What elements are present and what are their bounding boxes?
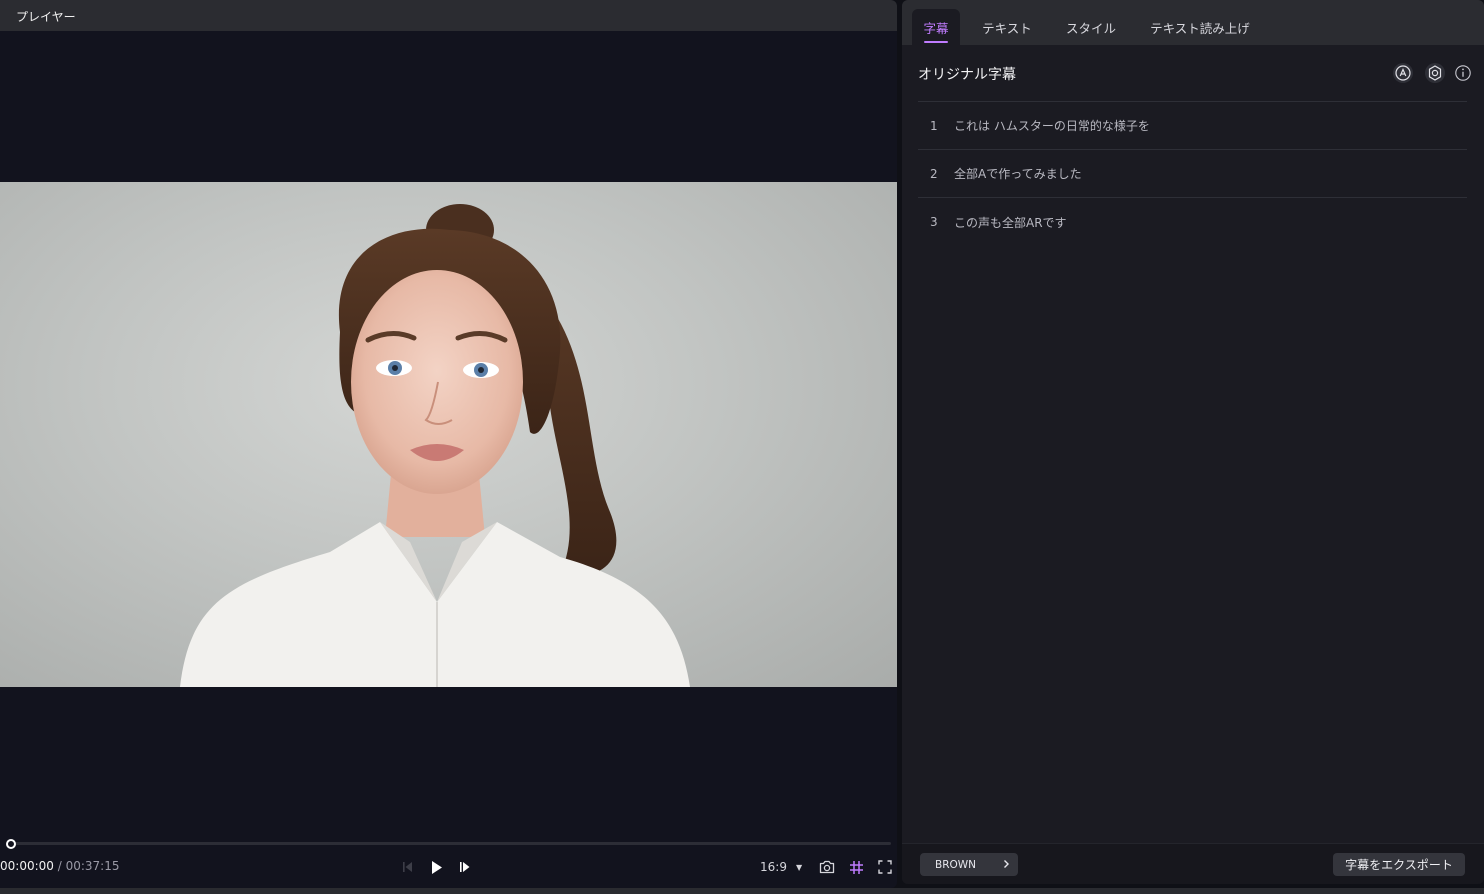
play-icon — [432, 860, 442, 874]
subtitle-text[interactable]: これは ハムスターの日常的な様子を — [954, 117, 1150, 134]
grid-toggle-button[interactable] — [846, 857, 866, 877]
player-panel: プレイヤー 00:00:00 / 00:37:15 16:9 ▼ — [0, 0, 897, 888]
fullscreen-button[interactable] — [875, 857, 895, 877]
voice-label: BROWN — [935, 858, 977, 871]
subtitle-index: 1 — [930, 118, 938, 133]
tab-text[interactable]: テキスト — [974, 9, 1040, 45]
export-subtitles-button[interactable]: 字幕をエクスポート — [1333, 853, 1465, 876]
time-current: 00:00:00 — [0, 859, 54, 873]
progress-track[interactable] — [8, 842, 891, 845]
aspect-ratio-select[interactable]: 16:9 ▼ — [760, 857, 810, 877]
info-icon[interactable] — [1454, 64, 1472, 82]
snapshot-button[interactable] — [817, 857, 837, 877]
tab-style[interactable]: スタイル — [1058, 9, 1124, 45]
subtitle-index: 3 — [930, 215, 938, 229]
subtitle-row[interactable]: 3 この声も全部ARです — [918, 198, 1467, 246]
play-button[interactable] — [428, 857, 446, 877]
subtitle-row[interactable]: 2 全部Aで作ってみました — [918, 150, 1467, 198]
next-frame-button[interactable] — [457, 858, 473, 876]
next-frame-icon — [460, 862, 470, 872]
previous-frame-button[interactable] — [400, 858, 416, 876]
window-bottom-edge — [0, 888, 1484, 894]
subtitle-text[interactable]: この声も全部ARです — [954, 214, 1067, 231]
chevron-right-icon — [1004, 860, 1009, 868]
chevron-down-icon: ▼ — [795, 862, 803, 872]
player-header: プレイヤー — [0, 0, 897, 31]
subtitle-index: 2 — [930, 166, 938, 181]
section-title: オリジナル字幕 — [918, 67, 1016, 83]
bottom-bar: BROWN 字幕をエクスポート — [902, 843, 1484, 884]
voice-select[interactable]: BROWN — [920, 853, 1018, 876]
player-title: プレイヤー — [16, 10, 76, 24]
translate-icon[interactable] — [1392, 62, 1414, 84]
app-window: プレイヤー 00:00:00 / 00:37:15 16:9 ▼ 字幕 テキスト… — [0, 0, 1484, 894]
progress-knob[interactable] — [6, 839, 16, 849]
subtitle-text[interactable]: 全部Aで作ってみました — [954, 165, 1082, 182]
time-separator: / — [53, 859, 66, 873]
tab-subtitles[interactable]: 字幕 — [912, 9, 960, 45]
video-frame-image — [180, 204, 690, 687]
subtitle-row[interactable]: 1 これは ハムスターの日常的な様子を — [918, 102, 1467, 150]
video-preview[interactable] — [0, 182, 897, 687]
tab-bar: 字幕 テキスト スタイル テキスト読み上げ — [902, 0, 1484, 45]
time-display: 00:00:00 / 00:37:15 — [0, 859, 119, 873]
camera-icon — [819, 860, 835, 874]
aspect-ratio-value: 16:9 — [760, 860, 787, 874]
subtitle-panel: 字幕 テキスト スタイル テキスト読み上げ オリジナル字幕 1 これは ハムスタ… — [902, 0, 1484, 884]
previous-frame-icon — [403, 862, 412, 872]
settings-icon[interactable] — [1424, 62, 1446, 84]
time-total: 00:37:15 — [65, 859, 120, 873]
tab-text-to-speech[interactable]: テキスト読み上げ — [1142, 9, 1258, 45]
fullscreen-icon — [878, 860, 892, 874]
subtitle-list: 1 これは ハムスターの日常的な様子を 2 全部Aで作ってみました 3 この声も… — [918, 101, 1467, 246]
grid-icon — [849, 860, 863, 874]
